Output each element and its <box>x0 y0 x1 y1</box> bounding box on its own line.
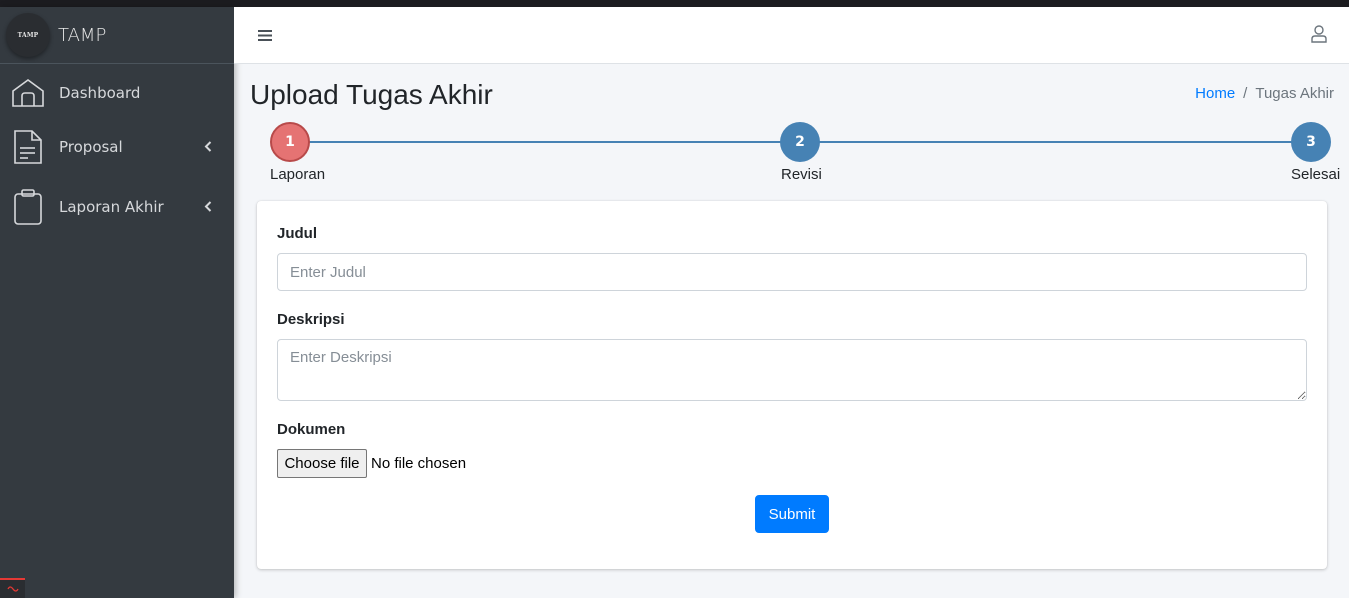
chevron-left-icon <box>204 138 212 156</box>
step-number: 2 <box>795 134 805 150</box>
breadcrumb-home-link[interactable]: Home <box>1195 85 1235 102</box>
step-2-circle[interactable]: 2 <box>780 122 820 162</box>
step-1-label: Laporan <box>270 166 326 183</box>
brand-logo-text: TAMP <box>17 31 39 39</box>
deskripsi-label: Deskripsi <box>277 311 345 328</box>
file-status-text: No file chosen <box>371 455 467 472</box>
deskripsi-textarea[interactable] <box>277 339 1307 401</box>
brand-logo: TAMP <box>6 13 50 57</box>
sidebar-item-label: Laporan Akhir <box>59 198 164 216</box>
breadcrumb-separator: / <box>1243 85 1248 102</box>
page-title: Upload Tugas Akhir <box>250 79 493 110</box>
upload-form-card: Judul Deskripsi Dokumen Choose file No f… <box>257 201 1327 569</box>
file-input: Choose file No file chosen <box>277 449 466 478</box>
user-icon[interactable] <box>1311 25 1327 47</box>
sidebar-item-laporan-akhir[interactable]: Laporan Akhir <box>0 172 234 242</box>
sidebar-item-label: Dashboard <box>59 84 141 102</box>
document-icon <box>10 129 46 165</box>
window-top-strip <box>0 0 1349 7</box>
home-icon <box>10 78 46 108</box>
submit-button[interactable]: Submit <box>755 495 829 533</box>
brand-name: TAMP <box>58 24 107 46</box>
choose-file-button[interactable]: Choose file <box>277 449 367 478</box>
dokumen-label: Dokumen <box>277 421 346 438</box>
sidebar-item-label: Proposal <box>59 138 123 156</box>
step-3-label: Selesai <box>1291 166 1341 183</box>
step-1-circle[interactable]: 1 <box>270 122 310 162</box>
brand-link[interactable]: TAMP TAMP <box>0 7 234 64</box>
sidebar-item-dashboard[interactable]: Dashboard <box>0 64 234 122</box>
step-3-circle[interactable]: 3 <box>1291 122 1331 162</box>
top-navbar <box>234 7 1349 64</box>
step-number: 3 <box>1306 134 1316 150</box>
step-number: 1 <box>285 134 295 150</box>
sidebar: TAMP TAMP Dashboard Proposal Laporan Akh… <box>0 7 234 598</box>
chevron-left-icon <box>204 198 212 216</box>
hamburger-icon[interactable] <box>258 27 272 46</box>
breadcrumb-current: Tugas Akhir <box>1255 85 1334 102</box>
judul-input[interactable] <box>277 253 1307 291</box>
judul-label: Judul <box>277 225 317 242</box>
breadcrumb: Home / Tugas Akhir <box>1195 85 1334 102</box>
corner-badge-icon[interactable] <box>0 578 25 598</box>
step-2-label: Revisi <box>781 166 822 183</box>
sidebar-item-proposal[interactable]: Proposal <box>0 122 234 172</box>
clipboard-icon <box>10 189 46 225</box>
